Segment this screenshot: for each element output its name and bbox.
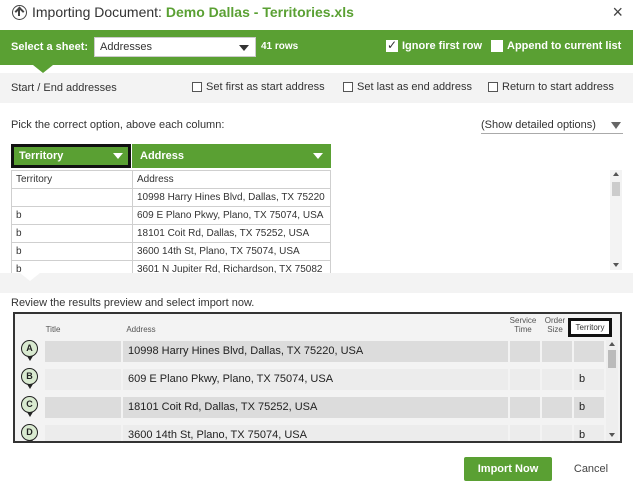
- preview-address-cell: 18101 Coit Rd, Dallas, TX 75252, USA: [123, 397, 508, 418]
- map-pin-icon: C: [21, 396, 38, 417]
- scroll-up-icon[interactable]: [613, 172, 619, 176]
- dialog-title-prefix: Importing Document:: [32, 4, 162, 20]
- dialog-title-bar: Importing Document: Demo Dallas - Territ…: [0, 0, 633, 26]
- header-order-size: Order Size: [544, 316, 566, 334]
- column-select-value: Address: [140, 150, 185, 162]
- dialog-title: Importing Document: Demo Dallas - Territ…: [32, 4, 354, 20]
- preview-service-time-cell: [510, 425, 540, 441]
- scroll-up-icon[interactable]: [609, 342, 615, 346]
- section-divider: [0, 273, 633, 293]
- preview-row[interactable]: A 10998 Harry Hines Blvd, Dallas, TX 752…: [15, 338, 605, 364]
- column-select-address[interactable]: Address: [132, 144, 331, 168]
- sheet-label: Select a sheet:: [11, 41, 89, 53]
- preview-territory-cell: [574, 341, 604, 362]
- preview-address-cell: 3600 14th St, Plano, TX 75074, USA: [123, 425, 508, 441]
- review-instruction: Review the results preview and select im…: [11, 297, 255, 309]
- mapping-scrollbar[interactable]: [610, 170, 622, 270]
- map-pin-icon: B: [21, 368, 38, 389]
- header-service-time: Service Time: [509, 316, 537, 334]
- table-row: Territory Address: [11, 170, 331, 189]
- preview-service-time-cell: [510, 397, 540, 418]
- preview-row[interactable]: C 18101 Coit Rd, Dallas, TX 75252, USA b: [15, 394, 605, 420]
- preview-row[interactable]: D 3600 14th St, Plano, TX 75074, USA b: [15, 422, 605, 441]
- start-end-row: Start / End addresses Set first as start…: [0, 73, 633, 103]
- append-to-list-label: Append to current list: [507, 40, 622, 52]
- table-cell: b: [11, 242, 133, 261]
- table-cell: [11, 188, 133, 207]
- chevron-down-icon: [113, 153, 123, 159]
- sheet-select[interactable]: Addresses: [94, 37, 256, 57]
- chevron-down-icon: [611, 122, 621, 129]
- preview-service-time-cell: [510, 341, 540, 362]
- preview-service-time-cell: [510, 369, 540, 390]
- table-cell: b: [11, 206, 133, 225]
- cancel-button[interactable]: Cancel: [566, 457, 616, 481]
- dialog-file-name: Demo Dallas - Territories.xls: [165, 4, 354, 20]
- mapping-sample-table: Territory Address 10998 Harry Hines Blvd,…: [11, 170, 331, 279]
- table-cell: 3600 14th St, Plano, TX 75074, USA: [132, 242, 331, 261]
- preview-territory-cell: b: [574, 425, 604, 441]
- table-row: b 609 E Plano Pkwy, Plano, TX 75074, USA: [11, 206, 331, 225]
- table-cell: Territory: [11, 170, 133, 189]
- chevron-down-icon: [239, 45, 249, 51]
- set-last-end-checkbox[interactable]: [343, 82, 353, 92]
- upload-icon: [12, 5, 27, 20]
- map-pin-icon: A: [21, 340, 38, 361]
- import-now-button[interactable]: Import Now: [464, 457, 552, 481]
- preview-order-size-cell: [542, 369, 572, 390]
- scrollbar-thumb[interactable]: [608, 350, 616, 368]
- sheet-bar-pointer: [33, 65, 53, 73]
- set-first-start-checkbox[interactable]: [192, 82, 202, 92]
- preview-order-size-cell: [542, 425, 572, 441]
- results-preview: Title Address Service Time Order Size Te…: [13, 312, 622, 443]
- preview-row[interactable]: B 609 E Plano Pkwy, Plano, TX 75074, USA…: [15, 366, 605, 392]
- table-cell: 18101 Coit Rd, Dallas, TX 75252, USA: [132, 224, 331, 243]
- preview-order-size-cell: [542, 397, 572, 418]
- table-row: b 18101 Coit Rd, Dallas, TX 75252, USA: [11, 224, 331, 243]
- table-cell: 609 E Plano Pkwy, Plano, TX 75074, USA: [132, 206, 331, 225]
- return-to-start-label: Return to start address: [502, 81, 614, 93]
- column-select-value: Territory: [19, 150, 64, 162]
- preview-order-size-cell: [542, 341, 572, 362]
- sheet-select-value: Addresses: [100, 41, 152, 53]
- ignore-first-row-label: Ignore first row: [402, 40, 483, 52]
- header-title: Title: [45, 325, 61, 334]
- table-row: b 3600 14th St, Plano, TX 75074, USA: [11, 242, 331, 261]
- table-row: 10998 Harry Hines Blvd, Dallas, TX 75220: [11, 188, 331, 207]
- header-territory: Territory: [568, 318, 612, 337]
- ignore-first-row-checkbox[interactable]: [386, 38, 398, 52]
- preview-title-cell: [45, 341, 121, 362]
- preview-title-cell: [45, 397, 121, 418]
- sheet-bar: Select a sheet: Addresses 41 rows Ignore…: [0, 30, 633, 65]
- table-cell: 10998 Harry Hines Blvd, Dallas, TX 75220: [132, 188, 331, 207]
- column-select-territory[interactable]: Territory: [11, 144, 131, 168]
- mapping-instruction: Pick the correct option, above each colu…: [11, 119, 225, 131]
- preview-title-cell: [45, 425, 121, 441]
- detailed-options-toggle[interactable]: (Show detailed options): [481, 119, 623, 134]
- chevron-down-icon: [313, 153, 323, 159]
- table-cell: Address: [132, 170, 331, 189]
- set-last-end-label: Set last as end address: [357, 81, 472, 93]
- row-count: 41 rows: [261, 41, 299, 52]
- scroll-down-icon[interactable]: [613, 263, 619, 267]
- close-icon[interactable]: ×: [612, 2, 623, 23]
- preview-address-cell: 609 E Plano Pkwy, Plano, TX 75074, USA: [123, 369, 508, 390]
- scroll-down-icon[interactable]: [609, 433, 615, 437]
- preview-address-cell: 10998 Harry Hines Blvd, Dallas, TX 75220…: [123, 341, 508, 362]
- preview-territory-cell: b: [574, 397, 604, 418]
- header-address: Address: [126, 325, 156, 334]
- detailed-options-label: (Show detailed options): [481, 119, 596, 131]
- preview-territory-cell: b: [574, 369, 604, 390]
- map-pin-icon: D: [21, 424, 38, 441]
- preview-header: Title Address Service Time Order Size: [15, 314, 620, 338]
- table-cell: b: [11, 224, 133, 243]
- section-divider-pointer: [20, 273, 40, 281]
- preview-scrollbar[interactable]: [606, 340, 618, 441]
- preview-title-cell: [45, 369, 121, 390]
- return-to-start-checkbox[interactable]: [488, 82, 498, 92]
- scrollbar-thumb[interactable]: [612, 182, 620, 196]
- start-end-label: Start / End addresses: [11, 82, 117, 94]
- set-first-start-label: Set first as start address: [206, 81, 325, 93]
- append-to-list-checkbox[interactable]: [491, 40, 503, 52]
